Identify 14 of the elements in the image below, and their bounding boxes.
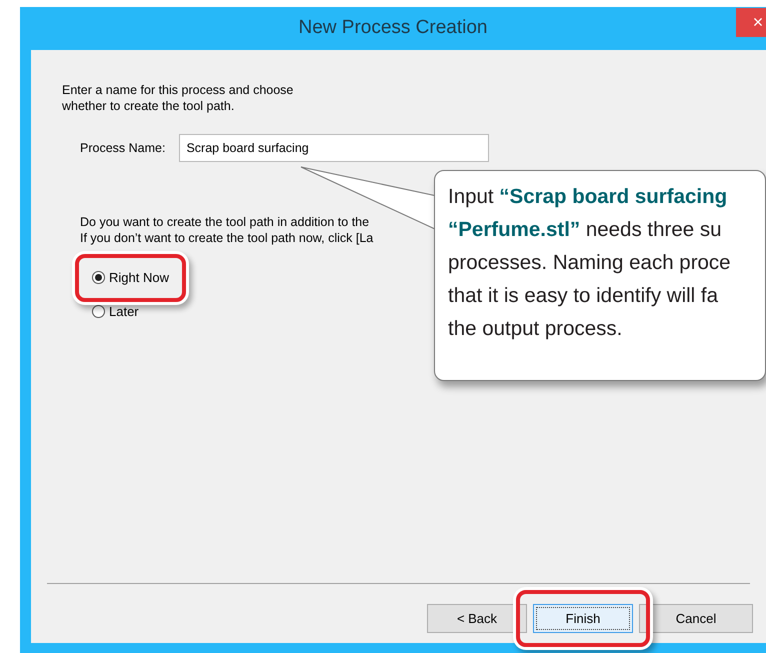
process-name-field[interactable]: Scrap board surfacing (179, 134, 490, 162)
dialog-button[interactable]: Cancel (639, 604, 753, 633)
question-text: Do you want to create the tool path in addition to the If you don’t want to create the tool path now, click [La (80, 214, 374, 246)
radio-label[interactable]: Later (109, 302, 139, 321)
close-button[interactable]: × (736, 8, 766, 37)
instruction-text: Enter a name for this process and choose whether to create the tool path. (62, 82, 294, 114)
radio-button[interactable] (92, 271, 105, 284)
window-title: New Process Creation (298, 16, 488, 40)
radio-label[interactable]: Right Now (109, 268, 169, 288)
dialog-button[interactable]: Finish (533, 604, 633, 633)
dialog-button[interactable]: < Back (427, 604, 527, 633)
radio-button[interactable] (92, 304, 105, 318)
field-label: Process Name: (80, 140, 166, 157)
callout-text: Input “Scrap board surfacing “Perfume.stl” needs three su processes. Naming each proce that it is easy to identify will fa the output process. (447, 184, 732, 342)
